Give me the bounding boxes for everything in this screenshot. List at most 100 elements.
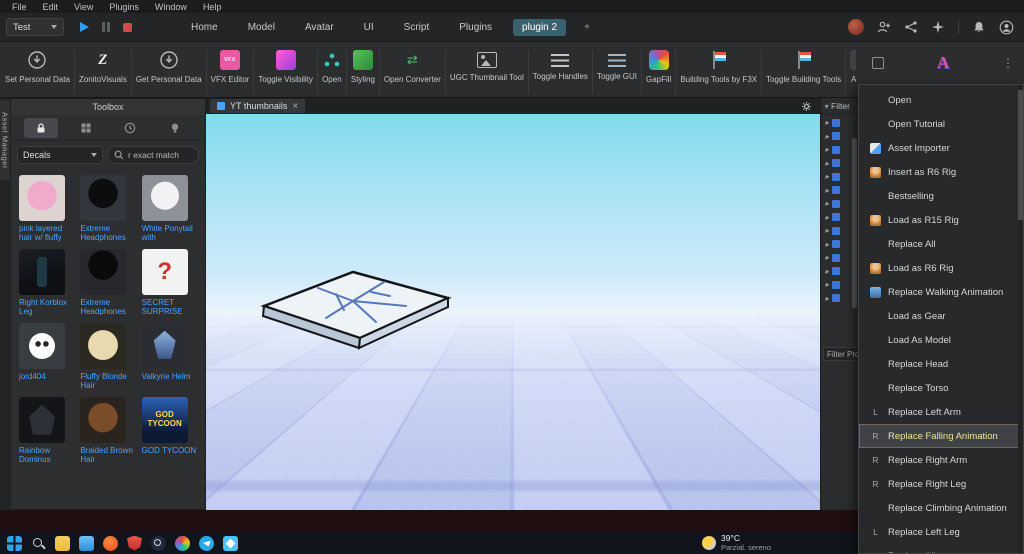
menu-scrollbar[interactable] [1018,85,1023,553]
asset-link[interactable]: White Ponytail with [142,224,197,243]
plugin-button-building-tools-f3x[interactable]: Building Tools by F3X [677,49,760,85]
file-explorer-icon[interactable] [79,535,94,551]
menu-item-load-as-r6-rig[interactable]: Load as R6 Rig [859,256,1023,280]
asset-item[interactable]: Extreme Headphones [80,248,135,317]
brave-browser-icon[interactable] [103,535,118,551]
tree-item[interactable] [821,116,858,130]
menu-item-open-tutorial[interactable]: Open Tutorial [859,112,1023,136]
gear-icon[interactable] [801,101,816,112]
creations-bulb-tab[interactable] [158,118,192,138]
play-icon[interactable] [80,22,89,32]
asset-manager-tab[interactable]: Asset Manager [0,100,10,180]
plugin-button-zonitovisuals[interactable]: Z ZonitoVisuals [76,49,130,85]
plugin-button-open[interactable]: Open [319,49,345,85]
asset-item[interactable]: pink layered hair w/ fluffy [19,175,74,243]
menu-item-replace-left-arm[interactable]: L Replace Left Arm [859,400,1023,424]
marketplace-tab[interactable] [24,117,59,138]
slab-part[interactable] [256,266,456,354]
tab-ui[interactable]: UI [355,19,383,36]
place-tab-yt-thumbnails[interactable]: YT thumbnails × [210,99,306,113]
plugin-button-set-personal-data[interactable]: Set Personal Data [2,49,73,85]
pause-icon[interactable] [102,22,110,32]
tab-model[interactable]: Model [239,19,284,36]
plugin-button-styling[interactable]: Styling [348,49,378,85]
plugin-button-open-converter[interactable]: ⇄ Open Converter [381,49,444,85]
folder-icon[interactable] [55,535,70,551]
shield-icon[interactable] [127,535,142,551]
taskbar-search-icon[interactable] [31,536,46,551]
plugin-button-vfx-editor[interactable]: VFX VFX Editor [208,49,253,85]
menu-item-load-as-r15-rig[interactable]: Load as R15 Rig [859,208,1023,232]
asset-link[interactable]: Extreme Headphones [80,224,135,243]
asset-link[interactable]: jord404 [19,372,74,381]
tab-avatar[interactable]: Avatar [296,19,343,36]
menu-item-load-as-model[interactable]: Load As Model [859,328,1023,352]
3d-scene[interactable] [206,114,820,510]
avatar[interactable] [848,19,864,35]
assistant-sparkle-icon[interactable] [931,20,945,34]
asset-item[interactable]: GOD TYCOON GOD TYCOON [141,396,197,465]
paint-palette-icon[interactable] [175,535,190,551]
plugin-button-toggle-handles[interactable]: Toggle Handles [530,49,591,82]
record-stop-icon[interactable] [123,22,132,32]
asset-item[interactable]: White Ponytail with [141,175,197,243]
asset-link[interactable]: Right Korblox Leg [19,298,74,317]
more-options-icon[interactable] [1002,56,1014,70]
tab-plugin-2[interactable]: plugin 2 [513,18,567,36]
menu-item-replace-left-leg[interactable]: L Replace Left Leg [859,520,1023,544]
menu-item-replace-falling-animation[interactable]: R Replace Falling Animation [859,424,1023,448]
telegram-icon[interactable] [199,535,214,551]
plugin-button-toggle-building-tools[interactable]: Toggle Building Tools [763,49,844,85]
menu-item-replace-walking-animation[interactable]: Replace Walking Animation [859,280,1023,304]
steam-icon[interactable] [151,535,166,551]
plugin-button-get-personal-data[interactable]: Get Personal Data [133,49,205,85]
plugin-button-gapfill[interactable]: GapFill [643,49,674,85]
add-collaborator-icon[interactable] [877,20,891,34]
explorer-filter[interactable]: Filter [821,98,858,114]
asset-link[interactable]: Rainbow Dominus [19,446,74,465]
add-tab-button[interactable]: + [578,19,596,36]
toolbox-search-input[interactable] [128,150,192,160]
menu-item-asset-importer[interactable]: Asset Importer [859,136,1023,160]
asset-item[interactable]: Braided Brown Hair [80,396,135,465]
properties-filter-input[interactable]: Filter Pro [823,347,858,361]
menu-item-replace-right-arm[interactable]: R Replace Right Arm [859,448,1023,472]
toolbox-search[interactable] [107,146,199,164]
photos-icon[interactable] [223,535,238,551]
menu-item-replace-right-leg[interactable]: R Replace Right Leg [859,472,1023,496]
asset-item[interactable]: ? SECRET SURPRISE [141,248,197,317]
asset-link[interactable]: Braided Brown Hair [80,446,135,465]
menu-item-replace-head[interactable]: Replace Head [859,352,1023,376]
explorer-scrollbar[interactable] [852,138,857,308]
close-icon[interactable]: × [292,101,298,112]
plugin-button-ugc-thumbnail-tool[interactable]: UGC Thumbnail Tool [447,49,527,83]
asset-item[interactable]: Rainbow Dominus [19,396,74,465]
plugin-button-toggle-visibility[interactable]: Toggle Visibility [255,49,316,85]
asset-item[interactable]: Valkyrie Helm [141,322,197,391]
plugin-button-toggle-gui[interactable]: Toggle GUI [594,49,640,82]
recent-clock-tab[interactable] [113,118,147,138]
menu-item-replace-climbing-animation[interactable]: Replace Climbing Animation [859,496,1023,520]
weather-widget[interactable]: 39°C Parzial. sereno [702,533,771,552]
share-icon[interactable] [904,20,918,34]
menu-item-load-as-gear[interactable]: Load as Gear [859,304,1023,328]
menu-item-replace-all-2[interactable]: RReplace All [859,544,1023,554]
menu-help[interactable]: Help [195,2,230,12]
menu-item-open[interactable]: Open [859,88,1023,112]
moon-animator-icon[interactable]: A [937,53,949,73]
tab-home[interactable]: Home [182,19,227,36]
tab-script[interactable]: Script [395,19,439,36]
asset-item[interactable]: jord404 [19,322,74,391]
asset-link[interactable]: pink layered hair w/ fluffy [19,224,74,243]
asset-link[interactable]: GOD TYCOON [142,446,197,455]
menu-file[interactable]: File [4,2,35,12]
menu-item-replace-all[interactable]: Replace All [859,232,1023,256]
notifications-bell-icon[interactable] [972,20,986,34]
small-plugin-icon[interactable] [872,57,884,69]
asset-item[interactable]: Fluffy Blonde Hair [80,322,135,391]
asset-link[interactable]: Fluffy Blonde Hair [80,372,135,391]
menu-item-replace-torso[interactable]: Replace Torso [859,376,1023,400]
test-mode-dropdown[interactable]: Test [6,18,64,36]
asset-item[interactable]: Right Korblox Leg [19,248,74,317]
category-dropdown[interactable]: Decals [17,146,103,164]
